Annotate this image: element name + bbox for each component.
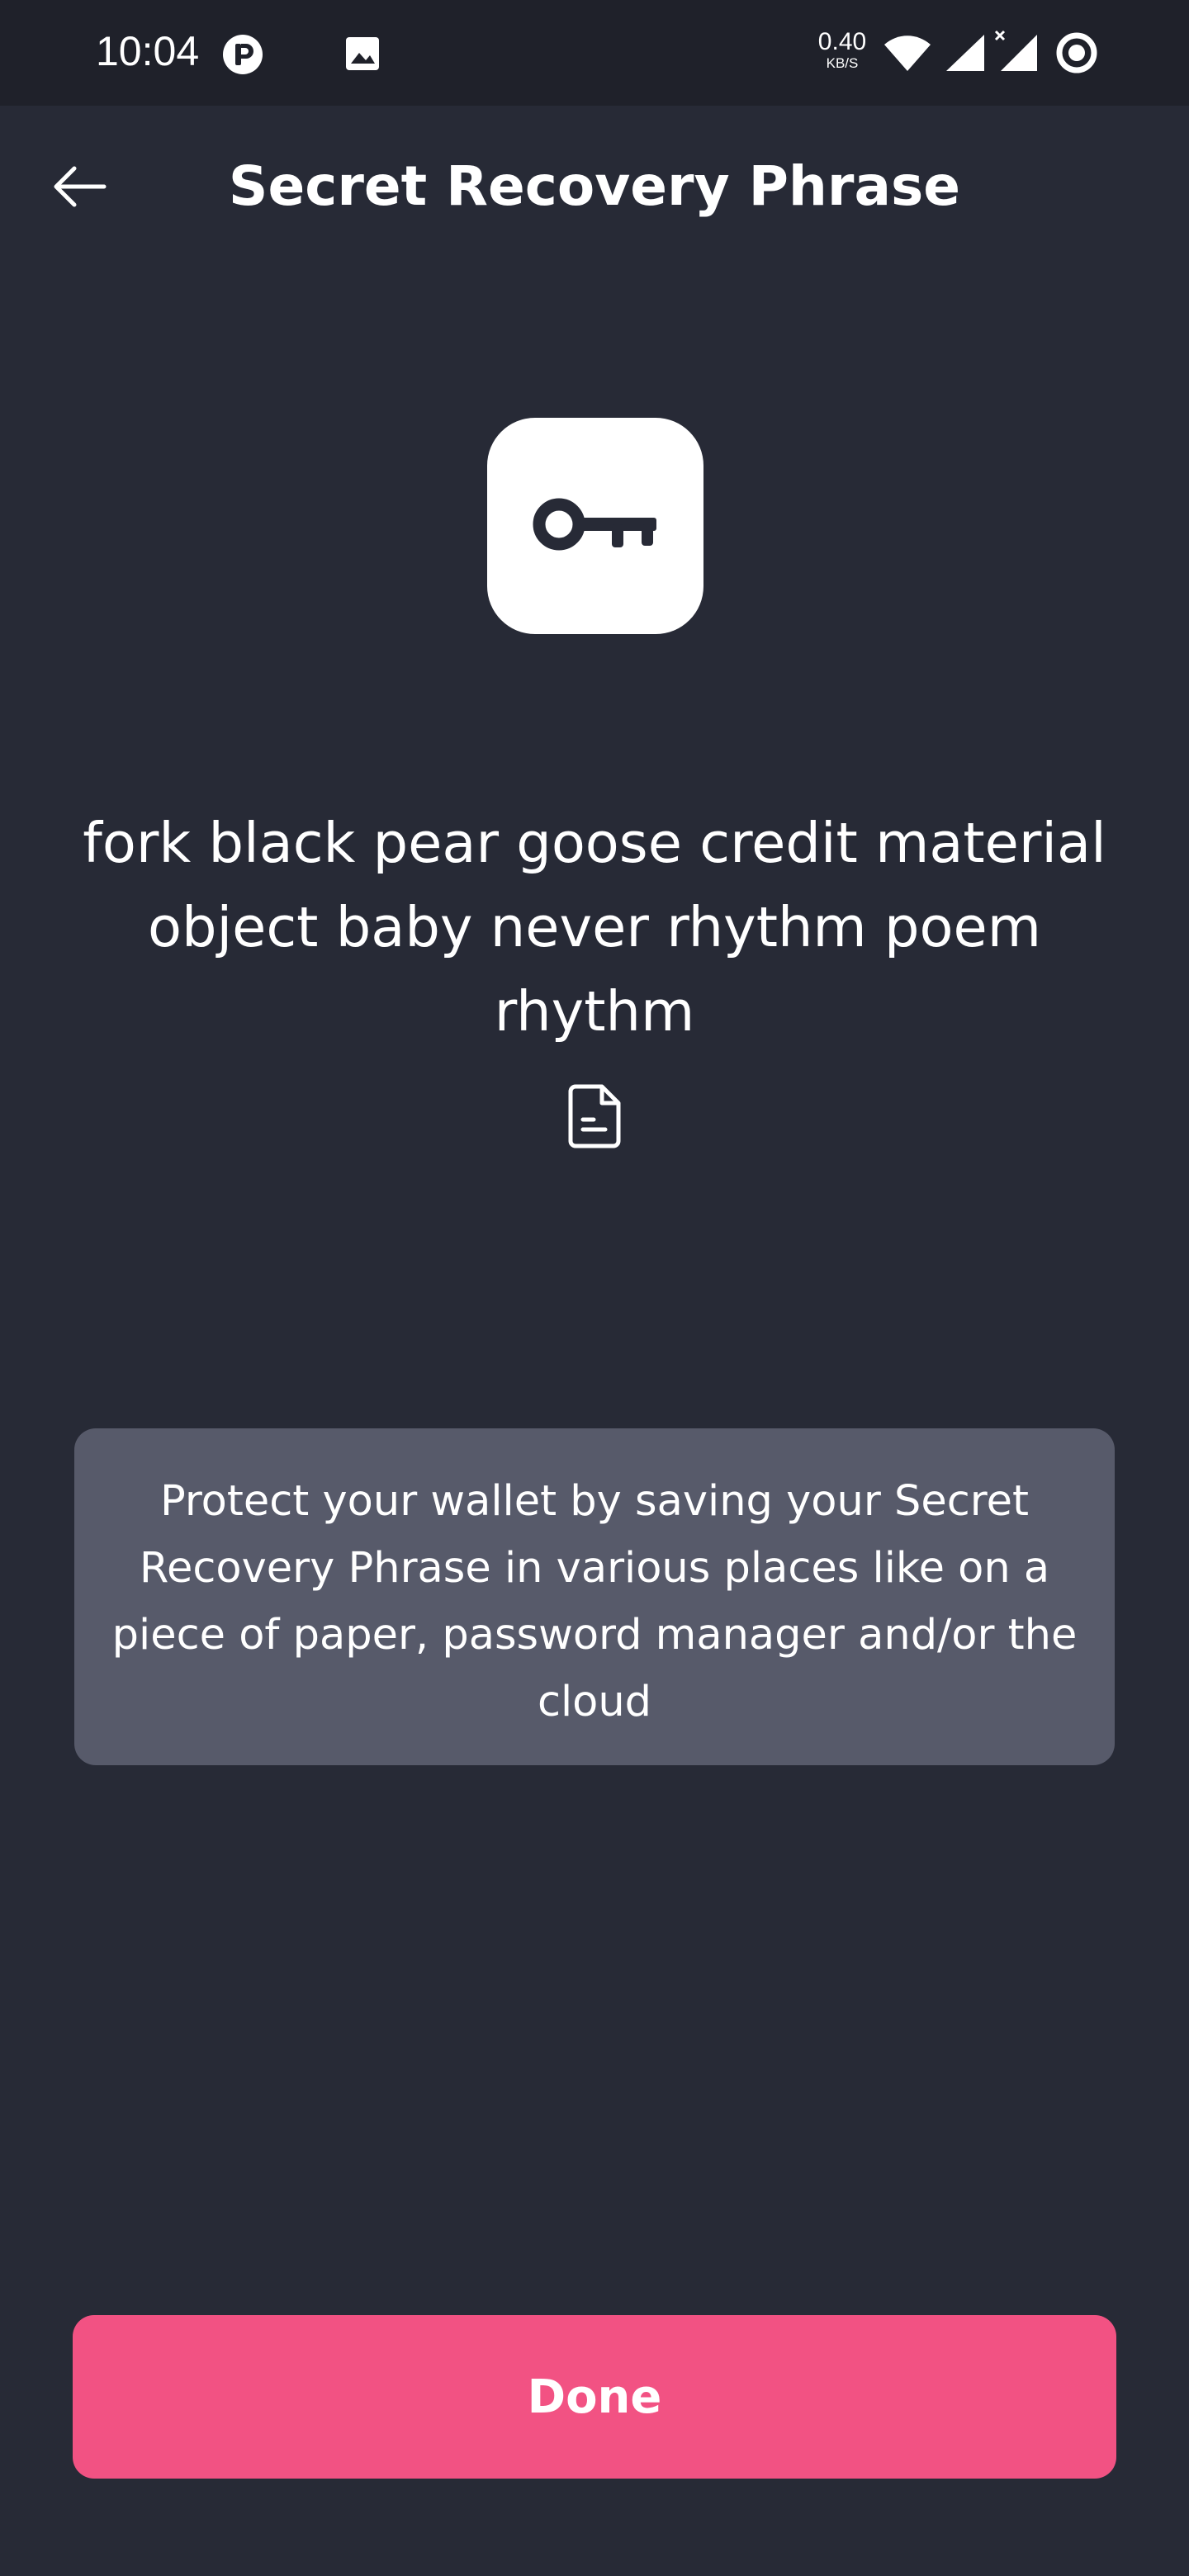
network-speed-unit: KB/S (826, 55, 859, 71)
image-notification-icon (346, 37, 379, 70)
copy-phrase-button[interactable] (563, 1082, 626, 1151)
status-bar: 10:04 0.40 KB/S (0, 0, 1189, 106)
done-button[interactable]: Done (73, 2315, 1116, 2479)
record-icon (1056, 32, 1097, 73)
document-icon (568, 1084, 621, 1148)
network-speed-value: 0.40 (817, 28, 867, 55)
page-title: Secret Recovery Phrase (228, 154, 961, 218)
app-notification-icon (223, 35, 263, 74)
info-text: Protect your wallet by saving your Secre… (111, 1477, 1078, 1726)
key-icon (533, 498, 656, 551)
screen: 10:04 0.40 KB/S Secret Recovery Phrase f… (0, 0, 1189, 2576)
signal-icon (946, 35, 984, 71)
signal-x-icon (994, 30, 1037, 71)
wifi-icon (884, 36, 931, 71)
info-box: Protect your wallet by saving your Secre… (74, 1428, 1115, 1765)
arrow-left-icon (54, 166, 107, 207)
recovery-phrase: fork black pear goose credit material ob… (83, 811, 1106, 1044)
key-icon-tile (487, 418, 703, 634)
back-button[interactable] (40, 154, 119, 220)
network-speed: 0.40 KB/S (816, 28, 869, 71)
status-time: 10:04 (96, 28, 200, 74)
